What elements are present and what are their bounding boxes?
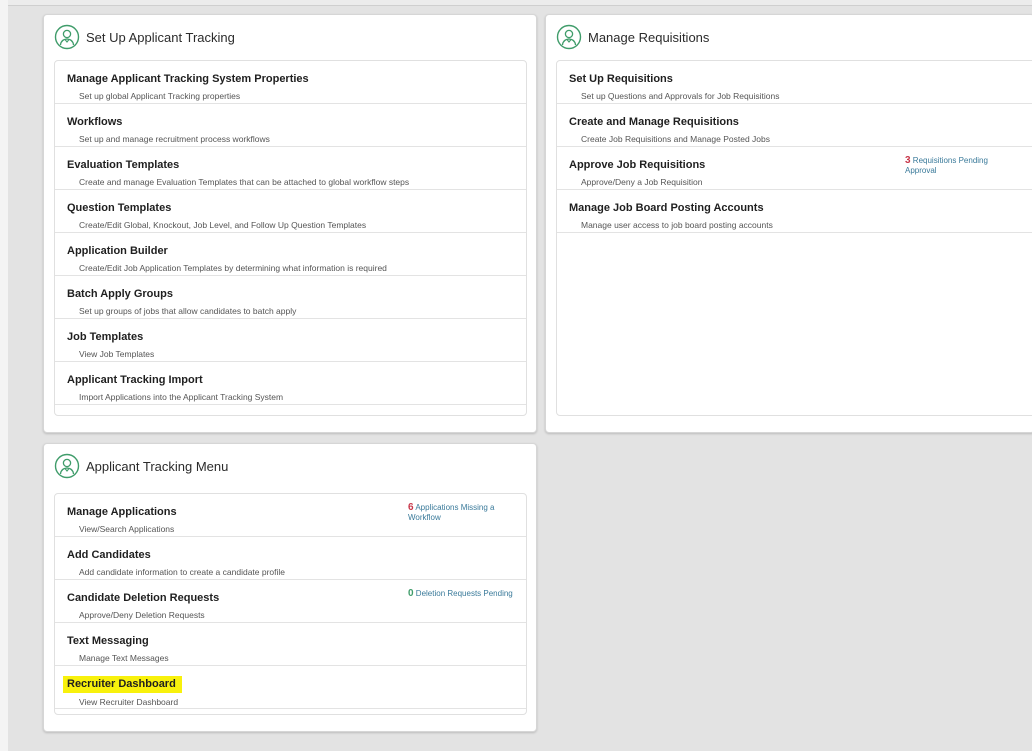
menu-item-question-templates[interactable]: Question Templates Create/Edit Global, K… (55, 190, 526, 233)
missing-workflow-badge[interactable]: 6 Applications Missing a Workflow (408, 503, 516, 523)
item-title[interactable]: Manage Applications (67, 505, 177, 519)
item-title[interactable]: Question Templates (67, 201, 171, 215)
deletion-requests-badge[interactable]: 0 Deletion Requests Pending (408, 589, 516, 599)
menu-item-manage-applications[interactable]: Manage Applications View/Search Applicat… (55, 494, 526, 537)
item-title[interactable]: Manage Applicant Tracking System Propert… (67, 72, 309, 86)
recruiter-avatar-icon (54, 24, 80, 50)
badge-text: Requisitions Pending Approval (905, 156, 988, 175)
item-title[interactable]: Create and Manage Requisitions (569, 115, 739, 129)
item-description: Set up and manage recruitment process wo… (79, 134, 270, 144)
panel-header: Set Up Applicant Tracking (44, 15, 536, 59)
panel-header: Manage Requisitions (546, 15, 1032, 59)
item-title[interactable]: Applicant Tracking Import (67, 373, 203, 387)
item-description: Create and manage Evaluation Templates t… (79, 177, 410, 187)
item-title[interactable]: Application Builder (67, 244, 168, 258)
menu-item-evaluation-templates[interactable]: Evaluation Templates Create and manage E… (55, 147, 526, 190)
item-title[interactable]: Set Up Requisitions (569, 72, 673, 86)
item-title[interactable]: Candidate Deletion Requests (67, 591, 219, 605)
item-description: Set up Questions and Approvals for Job R… (581, 91, 780, 101)
panel-item-list: Manage Applications View/Search Applicat… (54, 493, 527, 715)
panel-item-list: Manage Applicant Tracking System Propert… (54, 60, 527, 416)
item-description: Import Applications into the Applicant T… (79, 392, 284, 402)
panel-applicant-tracking-menu: Applicant Tracking Menu Manage Applicati… (43, 443, 537, 732)
item-description: View/Search Applications (79, 524, 175, 534)
menu-item-workflows[interactable]: Workflows Set up and manage recruitment … (55, 104, 526, 147)
item-description: View Job Templates (79, 349, 155, 359)
item-description: Add candidate information to create a ca… (79, 567, 286, 577)
item-title[interactable]: Add Candidates (67, 548, 151, 562)
left-edge-strip (0, 0, 8, 751)
item-description: Set up groups of jobs that allow candida… (79, 306, 297, 316)
panel-manage-requisitions: Manage Requisitions Set Up Requisitions … (545, 14, 1032, 433)
item-description: Approve/Deny Deletion Requests (79, 610, 205, 620)
menu-item-ats-properties[interactable]: Manage Applicant Tracking System Propert… (55, 61, 526, 104)
menu-item-job-templates[interactable]: Job Templates View Job Templates (55, 319, 526, 362)
badge-text: Applications Missing a Workflow (408, 503, 495, 522)
item-title[interactable]: Job Templates (67, 330, 143, 344)
menu-item-add-candidates[interactable]: Add Candidates Add candidate information… (55, 537, 526, 580)
badge-count: 3 (905, 155, 911, 166)
panel-header: Applicant Tracking Menu (44, 444, 536, 488)
panel-item-list: Set Up Requisitions Set up Questions and… (556, 60, 1032, 416)
menu-item-ats-import[interactable]: Applicant Tracking Import Import Applica… (55, 362, 526, 405)
badge-count: 0 (408, 588, 414, 599)
badge-count: 6 (408, 502, 414, 513)
item-description: View Recruiter Dashboard (79, 697, 179, 707)
menu-item-batch-apply-groups[interactable]: Batch Apply Groups Set up groups of jobs… (55, 276, 526, 319)
menu-item-text-messaging[interactable]: Text Messaging Manage Text Messages (55, 623, 526, 666)
panel-title: Manage Requisitions (588, 29, 710, 45)
menu-item-candidate-deletion-requests[interactable]: Candidate Deletion Requests Approve/Deny… (55, 580, 526, 623)
item-title[interactable]: Manage Job Board Posting Accounts (569, 201, 764, 215)
menu-item-recruiter-dashboard[interactable]: Recruiter Dashboard View Recruiter Dashb… (55, 666, 526, 709)
item-title[interactable]: Recruiter Dashboard (63, 676, 182, 693)
item-title[interactable]: Text Messaging (67, 634, 149, 648)
item-description: Manage user access to job board posting … (581, 220, 773, 230)
menu-item-set-up-requisitions[interactable]: Set Up Requisitions Set up Questions and… (557, 61, 1032, 104)
recruiter-avatar-icon (556, 24, 582, 50)
item-title[interactable]: Approve Job Requisitions (569, 158, 705, 172)
top-divider (8, 0, 1032, 6)
panel-title: Set Up Applicant Tracking (86, 29, 235, 45)
menu-item-application-builder[interactable]: Application Builder Create/Edit Job Appl… (55, 233, 526, 276)
item-description: Create/Edit Global, Knockout, Job Level,… (79, 220, 367, 230)
panel-title: Applicant Tracking Menu (86, 458, 229, 474)
menu-item-job-board-posting-accounts[interactable]: Manage Job Board Posting Accounts Manage… (557, 190, 1032, 233)
menu-item-create-manage-requisitions[interactable]: Create and Manage Requisitions Create Jo… (557, 104, 1032, 147)
item-title[interactable]: Batch Apply Groups (67, 287, 173, 301)
item-description: Create/Edit Job Application Templates by… (79, 263, 387, 273)
recruiter-avatar-icon (54, 453, 80, 479)
item-title[interactable]: Workflows (67, 115, 122, 129)
item-description: Manage Text Messages (79, 653, 169, 663)
badge-text: Deletion Requests Pending (415, 589, 513, 598)
item-description: Set up global Applicant Tracking propert… (79, 91, 241, 101)
item-description: Create Job Requisitions and Manage Poste… (581, 134, 771, 144)
pending-requisitions-badge[interactable]: 3 Requisitions Pending Approval (905, 156, 1013, 176)
item-description: Approve/Deny a Job Requisition (581, 177, 703, 187)
item-title[interactable]: Evaluation Templates (67, 158, 179, 172)
panel-set-up-applicant-tracking: Set Up Applicant Tracking Manage Applica… (43, 14, 537, 433)
menu-item-approve-job-requisitions[interactable]: Approve Job Requisitions Approve/Deny a … (557, 147, 1032, 190)
